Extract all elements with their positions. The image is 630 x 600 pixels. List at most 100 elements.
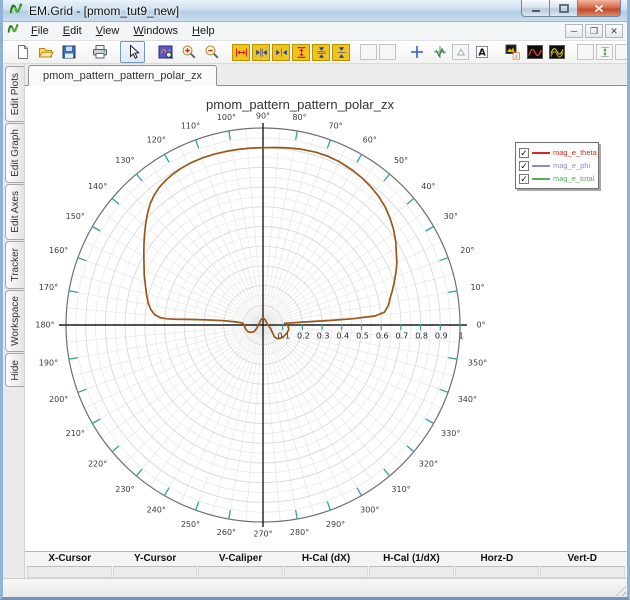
svg-text:230°: 230° [115, 485, 134, 494]
pointer-tool-button[interactable] [120, 41, 145, 63]
curve-style-yellow-button[interactable] [547, 43, 567, 61]
resize-grip[interactable] [613, 583, 626, 596]
compress-y-button[interactable] [332, 43, 350, 61]
svg-text:240°: 240° [147, 505, 166, 514]
sidebar-tab-hide[interactable]: Hide [5, 353, 24, 387]
text-label-button[interactable]: A [471, 42, 492, 62]
curve-style-red-button[interactable] [525, 43, 545, 61]
menu-edit[interactable]: Edit [56, 23, 89, 39]
readout-header: H-Cal (1/dX) [383, 553, 440, 564]
app-logo-icon [9, 1, 24, 21]
print-button[interactable] [89, 42, 110, 62]
sidebar-tab-tracker[interactable]: Tracker [5, 241, 24, 289]
menu-help[interactable]: Help [185, 23, 222, 39]
menu-windows[interactable]: Windows [126, 23, 185, 39]
svg-text:0.9: 0.9 [435, 332, 448, 341]
svg-text:70°: 70° [328, 121, 342, 130]
svg-text:130°: 130° [115, 156, 134, 165]
frame-b-button [379, 44, 396, 60]
svg-text:300°: 300° [360, 505, 379, 514]
mdi-restore-button[interactable]: ❐ [585, 24, 603, 38]
open-file-button[interactable] [35, 42, 56, 62]
svg-text:1: 1 [458, 332, 463, 341]
sidebar-tab-edit-plots[interactable]: Edit Plots [5, 66, 24, 122]
app-window: EM.Grid - [pmom_tut9_new] File Edit View Wi… [0, 0, 630, 600]
legend-checkbox[interactable]: ✓ [519, 160, 529, 171]
image-style-button[interactable] [502, 42, 523, 62]
tab-pmom-pattern-polar-zx[interactable]: pmom_pattern_pattern_polar_zx [28, 65, 217, 86]
mdi-close-button[interactable]: ✕ [605, 24, 623, 38]
menu-view[interactable]: View [89, 23, 127, 39]
svg-text:0.2: 0.2 [297, 332, 310, 341]
svg-text:30°: 30° [444, 212, 458, 221]
delta-marker-button [452, 44, 469, 60]
svg-text:40°: 40° [421, 182, 435, 191]
sidebar-tab-label: Edit Graph [9, 129, 21, 177]
new-document-button[interactable] [12, 42, 33, 62]
zoom-in-button[interactable] [178, 42, 199, 62]
widen-x-button[interactable] [252, 43, 270, 61]
legend-line-swatch [532, 177, 550, 180]
maximize-button[interactable] [550, 0, 578, 17]
minimize-button[interactable] [521, 0, 550, 17]
svg-text:270°: 270° [253, 530, 272, 539]
vgap-a-button [577, 44, 594, 60]
legend-label: mag_e_phi [553, 161, 591, 170]
svg-text:0°: 0° [476, 321, 485, 330]
mdi-minimize-button[interactable]: ─ [565, 24, 583, 38]
svg-text:0.3: 0.3 [317, 332, 330, 341]
svg-text:90°: 90° [256, 112, 270, 121]
save-button[interactable] [58, 42, 79, 62]
svg-text:260°: 260° [217, 528, 236, 537]
expand-x-button[interactable] [232, 43, 250, 61]
svg-text:100°: 100° [217, 113, 236, 122]
svg-text:50°: 50° [394, 156, 408, 165]
svg-text:120°: 120° [147, 136, 166, 145]
legend-checkbox[interactable]: ✓ [519, 173, 529, 184]
axes-curve-button[interactable] [429, 42, 450, 62]
sidebar-tab-edit-graph[interactable]: Edit Graph [5, 123, 24, 183]
legend-label: mag_e_total [553, 174, 595, 183]
svg-text:250°: 250° [181, 520, 200, 529]
svg-text:220°: 220° [88, 459, 107, 468]
svg-text:140°: 140° [88, 182, 107, 191]
svg-text:0.4: 0.4 [336, 332, 349, 341]
svg-text:350°: 350° [468, 358, 487, 367]
close-button[interactable] [578, 0, 621, 17]
readout-header: H-Cal (dX) [301, 553, 351, 564]
readout-header: X-Cursor [48, 553, 92, 564]
readout-value [369, 566, 454, 578]
svg-text:180°: 180° [35, 321, 54, 330]
sidebar-tab-workspace[interactable]: Workspace [5, 290, 24, 352]
readout-header: Vert-D [567, 553, 597, 564]
readout-value [198, 566, 283, 578]
readout-value [540, 566, 625, 578]
sidebar-tab-label: Tracker [9, 248, 21, 282]
sidebar-tab-label: Edit Axes [9, 191, 21, 233]
plot-area: pmom_pattern_pattern_polar_zx 0° 10° 20° 30… [25, 86, 627, 551]
menu-file[interactable]: File [24, 23, 56, 39]
svg-text:170°: 170° [39, 283, 58, 292]
svg-text:0.6: 0.6 [376, 332, 389, 341]
svg-text:310°: 310° [391, 485, 410, 494]
titlebar: EM.Grid - [pmom_tut9_new] [3, 0, 627, 22]
sidebar-tab-edit-axes[interactable]: Edit Axes [5, 184, 24, 240]
crosshair-button[interactable] [406, 42, 427, 62]
svg-text:160°: 160° [49, 246, 68, 255]
svg-text:0.5: 0.5 [356, 332, 369, 341]
legend-entry-mag_e_theta: ✓ mag_e_theta [519, 146, 597, 159]
menu-bar: File Edit View Windows Help ─ ❐ ✕ [3, 22, 627, 41]
vgap-arrows-button [596, 44, 613, 60]
zoom-window-button[interactable] [155, 42, 176, 62]
zoom-out-button[interactable] [201, 42, 222, 62]
legend-line-swatch [532, 151, 550, 154]
compress-x-button[interactable] [272, 43, 290, 61]
svg-text:210°: 210° [66, 429, 85, 438]
svg-text:0.7: 0.7 [396, 332, 409, 341]
sidebar-tab-label: Workspace [9, 296, 21, 346]
svg-text:20°: 20° [460, 246, 474, 255]
legend-checkbox[interactable]: ✓ [519, 147, 529, 158]
svg-text:190°: 190° [39, 358, 58, 367]
expand-y-button[interactable] [292, 43, 310, 61]
widen-y-button[interactable] [312, 43, 330, 61]
